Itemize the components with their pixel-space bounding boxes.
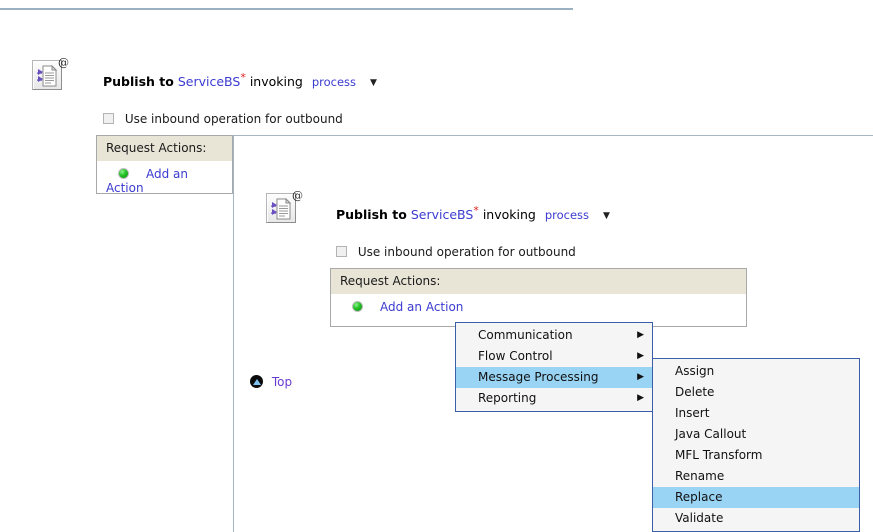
submenu-item-java-callout[interactable]: Java Callout — [653, 424, 859, 445]
submenu-item-validate[interactable]: Validate — [653, 508, 859, 529]
menu-item-communication[interactable]: Communication ▶ — [456, 325, 652, 346]
publish-icon-main: @ — [266, 189, 303, 227]
submenu-arrow-icon: ▶ — [637, 372, 644, 382]
menu-item-label: Insert — [675, 406, 710, 420]
use-inbound-operation-checkbox[interactable] — [103, 113, 114, 124]
invoking-label: invoking — [482, 207, 536, 222]
at-badge-icon: @ — [292, 189, 303, 202]
invoking-label: invoking — [249, 74, 303, 89]
submenu-item-rename[interactable]: Rename — [653, 466, 859, 487]
publish-title-background: Publish to ServiceBS* invoking process ▼ — [103, 72, 377, 90]
chevron-down-icon[interactable]: ▼ — [603, 209, 610, 223]
request-actions-header-main: Request Actions: — [330, 268, 747, 295]
use-inbound-operation-label: Use inbound operation for outbound — [124, 112, 343, 126]
message-processing-submenu[interactable]: Assign Delete Insert Java Callout MFL Transf… — [652, 358, 860, 532]
submenu-item-delete[interactable]: Delete — [653, 382, 859, 403]
menu-item-label: Replace — [675, 490, 723, 504]
menu-item-label: Validate — [675, 511, 724, 525]
publish-label: Publish to — [103, 74, 174, 89]
inbound-operation-row-main: Use inbound operation for outbound — [336, 245, 576, 259]
request-actions-header-background: Request Actions: — [96, 135, 233, 162]
panel-left-rule — [233, 135, 234, 532]
service-link[interactable]: ServiceBS — [178, 74, 241, 89]
menu-item-message-processing[interactable]: Message Processing ▶ — [456, 367, 652, 388]
submenu-arrow-icon: ▶ — [637, 351, 644, 361]
menu-item-label: Message Processing — [478, 370, 599, 384]
submenu-arrow-icon: ▶ — [637, 393, 644, 403]
operation-link[interactable]: process — [312, 75, 356, 89]
publish-title-main: Publish to ServiceBS* invoking process ▼ — [336, 205, 610, 223]
publish-icon-background: @ — [32, 56, 69, 94]
operation-link[interactable]: process — [545, 208, 589, 222]
up-arrow-circle-icon — [250, 375, 263, 388]
menu-item-label: Delete — [675, 385, 715, 399]
required-marker: * — [240, 70, 246, 84]
submenu-arrow-icon: ▶ — [637, 330, 644, 340]
submenu-item-mfl-transform[interactable]: MFL Transform — [653, 445, 859, 466]
action-bullet-icon — [118, 168, 129, 179]
inbound-operation-row-background: Use inbound operation for outbound — [103, 112, 343, 126]
panel-top-rule — [233, 135, 873, 136]
top-divider-rule — [0, 8, 573, 10]
add-action-context-menu[interactable]: Communication ▶ Flow Control ▶ Message Proce… — [455, 322, 653, 412]
menu-item-flow-control[interactable]: Flow Control ▶ — [456, 346, 652, 367]
at-badge-icon: @ — [58, 56, 69, 69]
submenu-item-replace[interactable]: Replace — [653, 487, 859, 508]
menu-item-label: MFL Transform — [675, 448, 763, 462]
use-inbound-operation-label: Use inbound operation for outbound — [357, 245, 576, 259]
service-link[interactable]: ServiceBS — [411, 207, 474, 222]
back-to-top-label: Top — [271, 375, 293, 389]
chevron-down-icon[interactable]: ▼ — [370, 76, 377, 90]
request-actions-body-background: Add an Action — [96, 161, 233, 195]
submenu-item-assign[interactable]: Assign — [653, 361, 859, 382]
submenu-item-insert[interactable]: Insert — [653, 403, 859, 424]
menu-item-label: Assign — [675, 364, 715, 378]
menu-item-label: Reporting — [478, 391, 537, 405]
use-inbound-operation-checkbox[interactable] — [336, 246, 347, 257]
menu-item-label: Communication — [478, 328, 573, 342]
menu-item-label: Flow Control — [478, 349, 553, 363]
menu-item-reporting[interactable]: Reporting ▶ — [456, 388, 652, 409]
menu-item-label: Java Callout — [675, 427, 747, 441]
action-bullet-icon — [352, 301, 363, 312]
back-to-top-link[interactable]: Top — [250, 375, 292, 389]
publish-label: Publish to — [336, 207, 407, 222]
required-marker: * — [473, 203, 479, 217]
menu-item-label: Rename — [675, 469, 725, 483]
add-an-action-link-main[interactable]: Add an Action — [380, 300, 463, 314]
